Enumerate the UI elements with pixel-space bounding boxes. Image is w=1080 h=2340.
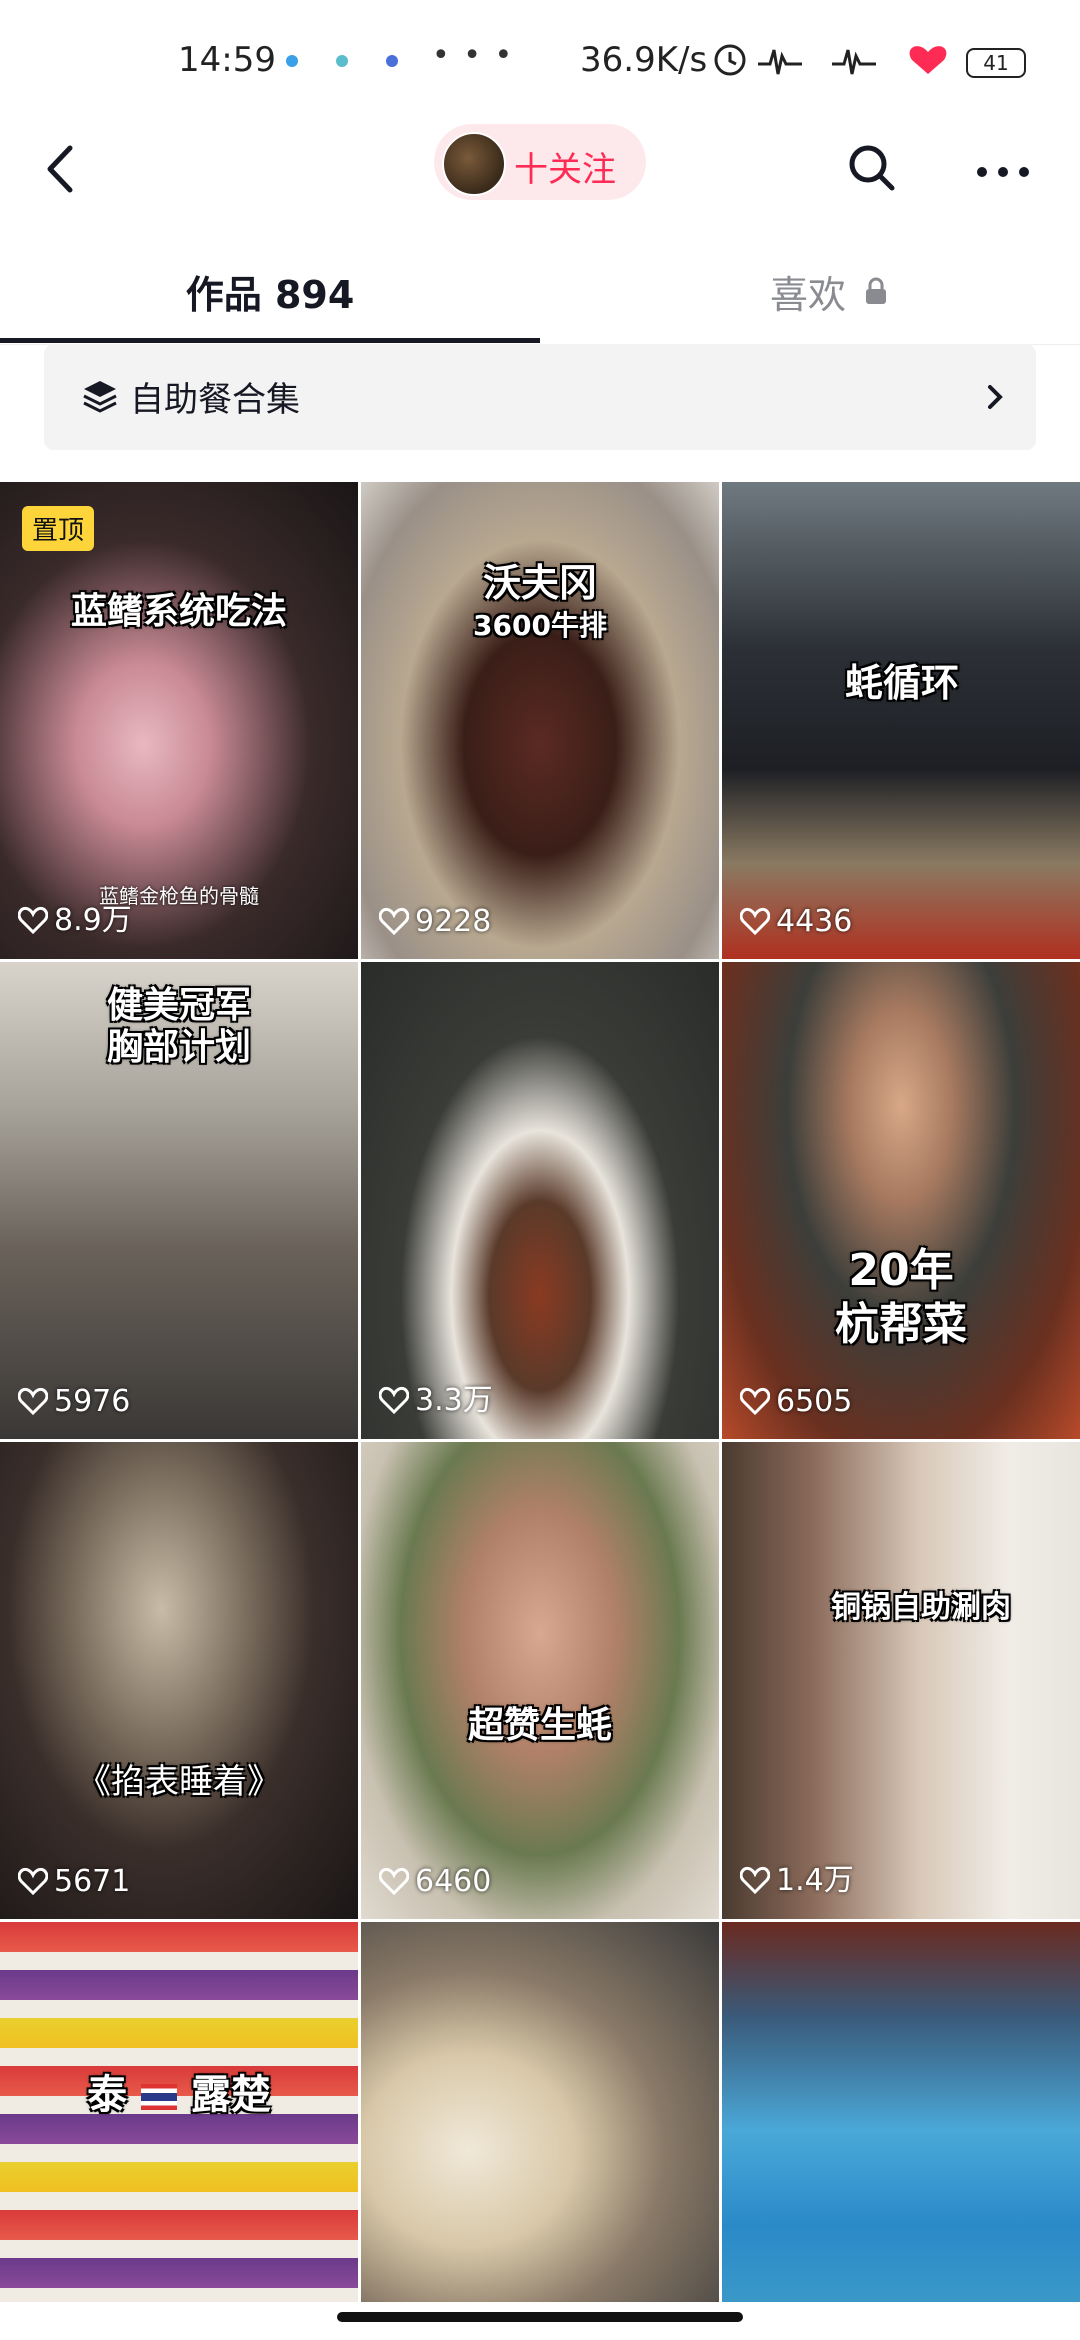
video-caption-part: 露楚 (190, 2072, 271, 2118)
heart-icon (17, 1387, 49, 1416)
video-item[interactable] (722, 1922, 1080, 2302)
pinned-badge: 置顶 (22, 506, 95, 551)
video-caption: 泰 露楚 (0, 2062, 358, 2120)
thai-flag-icon (141, 2084, 177, 2110)
video-caption: 沃夫冈 (482, 561, 597, 605)
like-count: 5671 (17, 1864, 131, 1899)
like-count-value: 4436 (776, 904, 853, 939)
tab-works[interactable]: 作品 894 (0, 240, 540, 340)
video-item[interactable]: 沃夫冈 3600牛排 9228 (361, 482, 719, 959)
like-count-value: 1.4万 (776, 1863, 854, 1898)
video-item[interactable]: 健美冠军 胸部计划 5976 (0, 962, 358, 1439)
video-item[interactable]: 铜锅自助涮肉 1.4万 (722, 1442, 1080, 1919)
like-count-value: 5976 (54, 1384, 131, 1419)
like-count-value: 6505 (776, 1384, 853, 1419)
video-subcaption: 胸部计划 (106, 1027, 251, 1068)
like-count-value: 5671 (54, 1864, 131, 1899)
like-count: 3.3万 (378, 1375, 493, 1419)
chevron-right-icon (988, 385, 1003, 409)
like-count: 6460 (378, 1864, 492, 1899)
video-item[interactable]: 超赞生蚝 6460 (361, 1442, 719, 1919)
follow-button[interactable]: 十关注 (434, 124, 646, 200)
video-caption: 《掐表睡着》 (77, 1762, 281, 1802)
video-grid: 置顶 蓝鳍系统吃法 蓝鳍金枪鱼的骨髓 8.9万 沃夫冈 3600牛排 9228 … (0, 482, 1080, 2302)
like-count: 9228 (378, 904, 492, 939)
home-indicator[interactable] (337, 2312, 743, 2322)
video-item[interactable]: 3.3万 (361, 962, 719, 1439)
heart-icon (739, 1866, 771, 1895)
heart-icon (17, 1867, 49, 1896)
video-item[interactable]: 置顶 蓝鳍系统吃法 蓝鳍金枪鱼的骨髓 8.9万 (0, 482, 358, 959)
status-bar: 14:59 • • • 36.9K/s 41 (0, 0, 1080, 120)
video-item[interactable] (361, 1922, 719, 2302)
avatar[interactable] (442, 132, 506, 196)
notification-icon (336, 55, 348, 67)
like-count-value: 3.3万 (415, 1383, 493, 1418)
video-caption-part: 泰 (87, 2072, 128, 2118)
layers-icon (83, 381, 117, 413)
video-caption: 铜锅自助涮肉 (831, 1590, 1011, 1625)
collection-bar[interactable]: 自助餐合集 (44, 344, 1036, 450)
video-caption: 蓝鳍系统吃法 (70, 591, 287, 632)
notification-icon (286, 55, 298, 67)
video-item[interactable]: 泰 露楚 (0, 1922, 358, 2302)
tab-likes[interactable]: 喜欢 (540, 240, 1080, 340)
like-count-value: 9228 (415, 904, 492, 939)
heart-icon (378, 1867, 410, 1896)
battery-icon: 41 (966, 48, 1026, 78)
video-subcaption: 杭帮菜 (835, 1299, 967, 1350)
follow-label: 十关注 (514, 150, 616, 190)
collection-label: 自助餐合集 (130, 380, 300, 420)
more-notifications-icon: • • • (432, 38, 515, 73)
tab-indicator (0, 338, 540, 343)
heart-icon (378, 1386, 410, 1415)
video-subcaption: 3600牛排 (473, 609, 607, 642)
back-icon[interactable] (36, 134, 96, 204)
video-caption: 蚝循环 (844, 661, 959, 705)
video-item[interactable]: 蚝循环 4436 (722, 482, 1080, 959)
like-count: 8.9万 (17, 895, 132, 939)
like-count-value: 6460 (415, 1864, 492, 1899)
like-count: 6505 (739, 1384, 853, 1419)
search-icon[interactable] (842, 132, 902, 202)
heart-icon (739, 1387, 771, 1416)
status-time: 14:59 (178, 40, 276, 80)
network-speed: 36.9K/s (580, 40, 708, 80)
like-count: 4436 (739, 904, 853, 939)
more-icon[interactable] (970, 132, 1040, 202)
video-caption: 超赞生蚝 (467, 1705, 612, 1746)
tab-likes-label: 喜欢 (770, 273, 847, 317)
top-nav: 十关注 (0, 120, 1080, 220)
video-item[interactable]: 《掐表睡着》 5671 (0, 1442, 358, 1919)
like-count: 1.4万 (739, 1855, 854, 1899)
tab-works-label: 作品 894 (185, 273, 355, 317)
like-count-value: 8.9万 (54, 903, 132, 938)
lock-icon (866, 277, 886, 304)
heart-icon (378, 907, 410, 936)
heart-icon (17, 906, 49, 935)
video-item[interactable]: 20年 杭帮菜 6505 (722, 962, 1080, 1439)
profile-tabs: 作品 894 喜欢 (0, 240, 1080, 345)
like-count: 5976 (17, 1384, 131, 1419)
notification-icon (386, 55, 398, 67)
heart-icon (739, 907, 771, 936)
